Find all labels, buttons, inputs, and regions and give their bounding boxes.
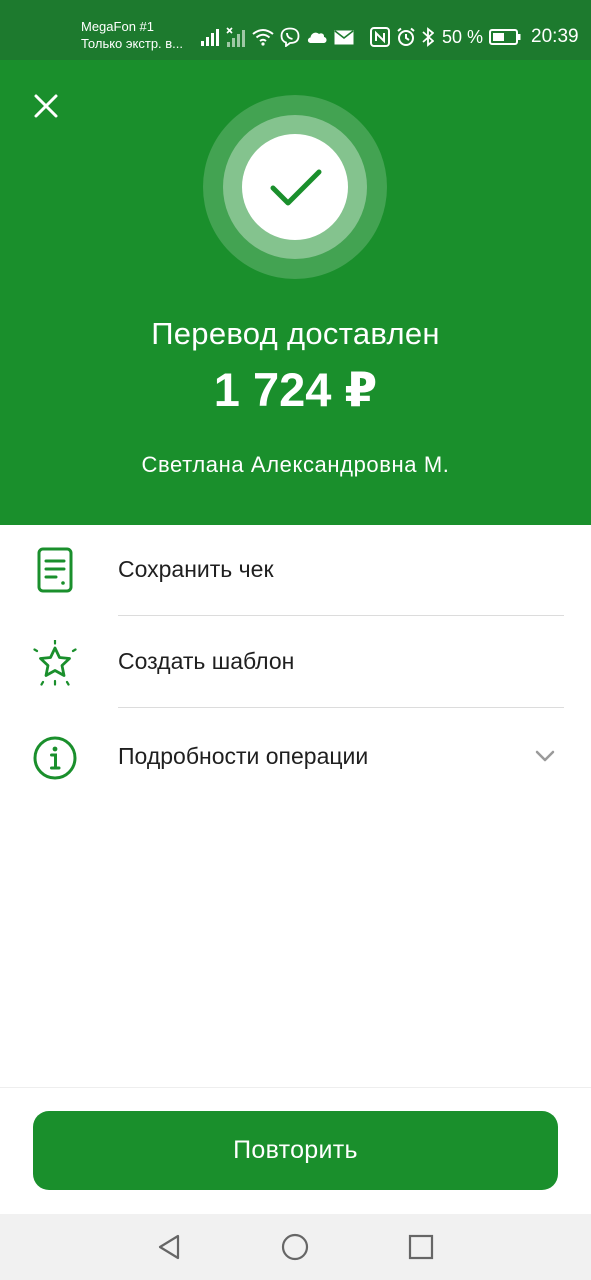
battery-icon bbox=[489, 29, 521, 45]
wifi-icon bbox=[252, 29, 274, 46]
chevron-down-icon bbox=[535, 750, 555, 762]
operation-details-label: Подробности операции bbox=[118, 743, 369, 769]
success-header: Перевод доставлен 1 724 ₽ Светлана Алекс… bbox=[0, 60, 591, 525]
clock: 20:39 bbox=[531, 26, 579, 47]
bluetooth-icon bbox=[422, 27, 434, 47]
nfc-icon bbox=[370, 27, 390, 47]
divider bbox=[118, 615, 564, 616]
checkmark-icon bbox=[203, 95, 387, 279]
create-template-button[interactable]: Создать шаблон bbox=[0, 617, 591, 709]
repeat-button[interactable]: Повторить bbox=[33, 1111, 558, 1190]
viber-icon bbox=[280, 27, 300, 47]
info-icon bbox=[33, 736, 77, 780]
status-bar: MegaFon #1 Только экстр. в... 50 % 20:39 bbox=[0, 0, 591, 60]
operation-details-toggle[interactable]: Подробности операции bbox=[0, 709, 591, 801]
nav-home-button[interactable] bbox=[279, 1231, 311, 1263]
nav-back-button[interactable] bbox=[153, 1231, 185, 1263]
back-icon bbox=[158, 1234, 180, 1260]
save-receipt-label: Сохранить чек bbox=[118, 556, 274, 582]
carrier-name: MegaFon #1 bbox=[81, 19, 154, 34]
signal-no-service-icon bbox=[226, 27, 245, 47]
close-button[interactable] bbox=[30, 90, 62, 122]
nav-recents-button[interactable] bbox=[405, 1231, 437, 1263]
carrier-info: MegaFon #1 Только экстр. в... bbox=[81, 18, 183, 52]
status-title: Перевод доставлен bbox=[151, 316, 440, 351]
create-template-label: Создать шаблон bbox=[118, 648, 295, 674]
recipient-name: Светлана Александровна М. bbox=[141, 452, 450, 477]
star-icon bbox=[33, 640, 77, 686]
divider bbox=[118, 707, 564, 708]
bottom-separator bbox=[0, 1087, 591, 1088]
success-badge bbox=[203, 95, 387, 279]
save-receipt-button[interactable]: Сохранить чек bbox=[0, 525, 591, 617]
battery-percent: 50 % bbox=[442, 26, 484, 47]
mail-icon bbox=[334, 29, 354, 44]
status-icons: 50 % 20:39 bbox=[200, 24, 579, 50]
close-icon bbox=[34, 94, 58, 118]
system-nav-bar bbox=[0, 1214, 591, 1280]
recents-icon bbox=[408, 1234, 434, 1260]
home-icon bbox=[281, 1233, 309, 1261]
cloud-icon bbox=[307, 32, 327, 43]
signal-icon bbox=[201, 29, 219, 46]
transfer-amount: 1 724 ₽ bbox=[213, 363, 378, 416]
receipt-icon bbox=[37, 547, 73, 593]
alarm-icon bbox=[397, 27, 415, 46]
carrier-status: Только экстр. в... bbox=[81, 36, 184, 51]
